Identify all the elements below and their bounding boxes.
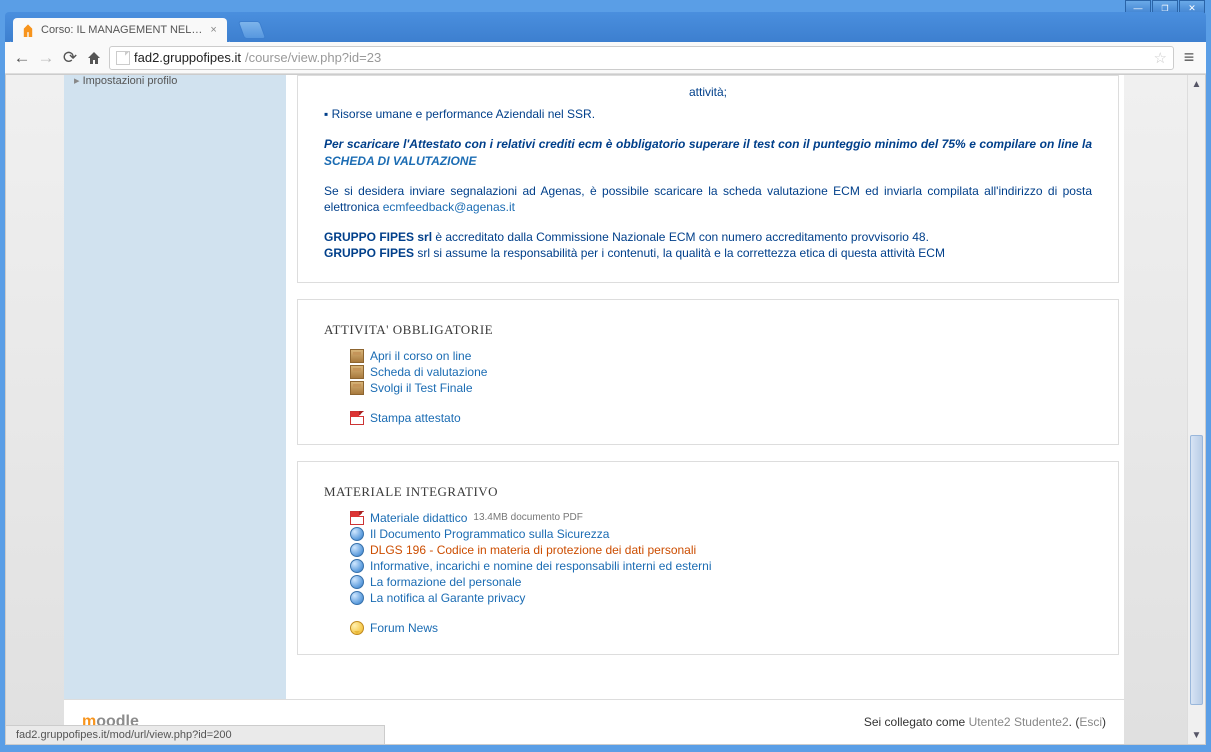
activity-list-1: Apri il corso on line Scheda di valutazio… — [298, 348, 1118, 444]
activity-link[interactable]: DLGS 196 - Codice in materia di protezio… — [370, 543, 696, 557]
vertical-scrollbar[interactable]: ▲ ▼ — [1187, 75, 1205, 744]
intro-top-line: attività; — [324, 84, 1092, 100]
web-icon — [350, 575, 364, 589]
activity-link[interactable]: Forum News — [370, 621, 438, 635]
titlebar — [0, 0, 1211, 12]
activity-item: La formazione del personale — [350, 574, 1118, 590]
sidebar-item-profile[interactable]: Impostazioni profilo — [74, 74, 177, 87]
activity-item: Apri il corso on line — [350, 348, 1118, 364]
page-icon — [116, 51, 130, 65]
activity-link[interactable]: La formazione del personale — [370, 575, 521, 589]
activity-link[interactable]: Stampa attestato — [370, 411, 461, 425]
address-bar[interactable]: fad2.gruppofipes.it/course/view.php?id=2… — [109, 46, 1174, 70]
box-icon — [350, 381, 364, 395]
toolbar: ← → ⟳ fad2.gruppofipes.it/course/view.ph… — [5, 42, 1206, 74]
activity-link[interactable]: Informative, incarichi e nomine dei resp… — [370, 559, 712, 573]
activity-item: Stampa attestato — [350, 410, 1118, 426]
activity-link[interactable]: Scheda di valutazione — [370, 365, 487, 379]
activity-item: Informative, incarichi e nomine dei resp… — [350, 558, 1118, 574]
viewport: Impostazioni profilo attività; Risorse u… — [5, 74, 1206, 745]
tab-strip: Corso: IL MANAGEMENT NEL… × — [5, 12, 1206, 42]
activity-link[interactable]: La notifica al Garante privacy — [370, 591, 525, 605]
activity-list-2: Materiale didattico 13.4MB documento PDF I… — [298, 510, 1118, 654]
web-icon — [350, 559, 364, 573]
web-icon — [350, 527, 364, 541]
activity-item: Svolgi il Test Finale — [350, 380, 1118, 396]
page-background: Impostazioni profilo attività; Risorse u… — [6, 75, 1187, 744]
scroll-down-icon[interactable]: ▼ — [1188, 726, 1205, 744]
pdf-icon — [350, 411, 364, 425]
section-title: ATTIVITA' OBBLIGATORIE — [298, 300, 1118, 348]
activity-item: DLGS 196 - Codice in materia di protezio… — [350, 542, 1118, 558]
activity-meta: 13.4MB documento PDF — [473, 512, 583, 523]
url-domain: fad2.gruppofipes.it — [134, 50, 241, 65]
box-icon — [350, 365, 364, 379]
favicon-icon — [21, 23, 35, 37]
intro-box: attività; Risorse umane e performance Az… — [297, 75, 1119, 283]
activity-item: Scheda di valutazione — [350, 364, 1118, 380]
web-icon — [350, 591, 364, 605]
scheda-valutazione-link[interactable]: SCHEDA DI VALUTAZIONE — [324, 154, 476, 168]
tab-title: Corso: IL MANAGEMENT NEL… — [41, 24, 202, 36]
reload-button[interactable]: ⟳ — [61, 49, 79, 67]
main-column: attività; Risorse umane e performance Az… — [297, 75, 1124, 699]
url-path: /course/view.php?id=23 — [245, 50, 381, 65]
logout-link[interactable]: Esci — [1079, 715, 1102, 729]
attestato-paragraph: Per scaricare l'Attestato con i relativi… — [324, 136, 1092, 168]
browser-tab[interactable]: Corso: IL MANAGEMENT NEL… × — [13, 18, 227, 42]
home-button[interactable] — [85, 49, 103, 67]
web-icon — [350, 543, 364, 557]
section-title: MATERIALE INTEGRATIVO — [298, 462, 1118, 510]
new-tab-button[interactable] — [238, 21, 267, 39]
sidebar: Impostazioni profilo — [64, 75, 286, 744]
activity-link[interactable]: Il Documento Programmatico sulla Sicurez… — [370, 527, 609, 541]
sidebar-item-label: Impostazioni profilo — [83, 75, 178, 87]
forum-icon — [350, 621, 364, 635]
gruppo-paragraph: GRUPPO FIPES srl è accreditato dalla Com… — [324, 229, 1092, 261]
activity-item: La notifica al Garante privacy — [350, 590, 1118, 606]
activity-link[interactable]: Apri il corso on line — [370, 349, 471, 363]
activity-link[interactable]: Materiale didattico — [370, 511, 467, 525]
tab-close-icon[interactable]: × — [210, 24, 216, 36]
intro-bullet: Risorse umane e performance Aziendali ne… — [324, 106, 1092, 122]
email-link[interactable]: ecmfeedback@agenas.it — [383, 200, 515, 214]
activity-item: Forum News — [350, 620, 1118, 636]
back-button[interactable]: ← — [13, 49, 31, 67]
status-bar: fad2.gruppofipes.it/mod/url/view.php?id=… — [5, 725, 385, 745]
activity-item: Materiale didattico 13.4MB documento PDF — [350, 510, 1118, 526]
scroll-thumb[interactable] — [1190, 435, 1203, 705]
login-info: Sei collegato come Utente2 Studente2. (E… — [864, 715, 1106, 729]
forward-button: → — [37, 49, 55, 67]
box-icon — [350, 349, 364, 363]
browser-window: Corso: IL MANAGEMENT NEL… × ← → ⟳ fad2.g… — [0, 0, 1211, 752]
scroll-up-icon[interactable]: ▲ — [1188, 75, 1205, 93]
activity-item: Il Documento Programmatico sulla Sicurez… — [350, 526, 1118, 542]
activity-link[interactable]: Svolgi il Test Finale — [370, 381, 473, 395]
status-text: fad2.gruppofipes.it/mod/url/view.php?id=… — [16, 729, 232, 741]
section-materiale: MATERIALE INTEGRATIVO Materiale didattic… — [297, 461, 1119, 655]
agenas-paragraph: Se si desidera inviare segnalazioni ad A… — [324, 183, 1092, 215]
menu-button[interactable]: ≡ — [1180, 49, 1198, 67]
user-link[interactable]: Utente2 Studente2 — [969, 715, 1069, 729]
page-content: Impostazioni profilo attività; Risorse u… — [64, 75, 1124, 744]
pdf-icon — [350, 511, 364, 525]
section-attivita: ATTIVITA' OBBLIGATORIE Apri il corso on … — [297, 299, 1119, 445]
bookmark-star-icon[interactable]: ☆ — [1154, 49, 1167, 67]
